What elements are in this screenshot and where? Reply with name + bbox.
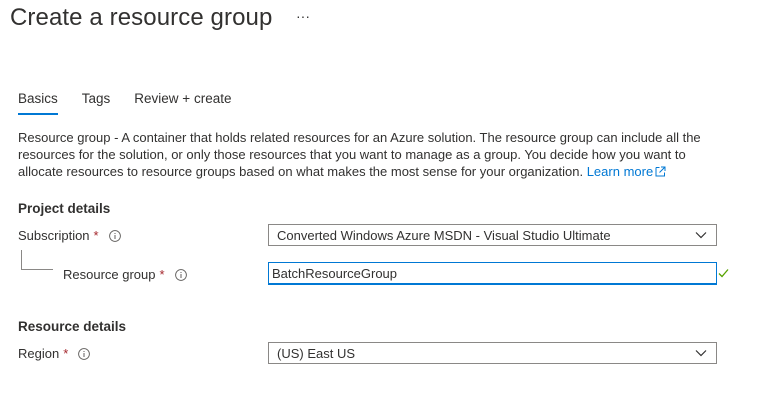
more-options-button[interactable]: ··· xyxy=(296,8,310,24)
tab-basics[interactable]: Basics xyxy=(18,91,58,115)
required-marker: * xyxy=(159,267,165,282)
subscription-label: Subscription * xyxy=(18,228,121,243)
subscription-value: Converted Windows Azure MSDN - Visual St… xyxy=(277,227,611,243)
learn-more-link[interactable]: Learn more xyxy=(587,164,666,179)
checkmark-icon xyxy=(718,269,729,278)
chevron-down-icon xyxy=(695,350,707,357)
region-label-text: Region xyxy=(18,346,60,361)
info-icon[interactable] xyxy=(78,347,91,360)
learn-more-label: Learn more xyxy=(586,164,654,179)
subscription-dropdown[interactable]: Converted Windows Azure MSDN - Visual St… xyxy=(268,224,717,246)
description-term: Resource group xyxy=(18,130,111,145)
resource-details-heading: Resource details xyxy=(18,319,127,334)
external-link-icon xyxy=(655,166,666,177)
tab-bar: Basics Tags Review + create xyxy=(18,91,255,115)
resource-group-input[interactable]: BatchResourceGroup xyxy=(268,262,717,285)
tree-connector xyxy=(21,250,53,270)
resource-group-label: Resource group * xyxy=(63,267,187,282)
region-dropdown[interactable]: (US) East US xyxy=(268,342,717,364)
page-title: Create a resource group xyxy=(10,4,273,31)
resource-group-label-text: Resource group xyxy=(63,267,156,282)
resource-group-description: Resource group - A container that holds … xyxy=(18,129,708,180)
info-icon[interactable] xyxy=(174,268,187,281)
tab-review-create[interactable]: Review + create xyxy=(134,91,231,114)
required-marker: * xyxy=(93,228,99,243)
required-marker: * xyxy=(63,346,69,361)
region-value: (US) East US xyxy=(277,345,356,361)
subscription-label-text: Subscription xyxy=(18,228,90,243)
info-icon[interactable] xyxy=(108,229,121,242)
resource-group-value: BatchResourceGroup xyxy=(272,266,398,281)
chevron-down-icon xyxy=(695,232,707,239)
tab-tags[interactable]: Tags xyxy=(82,91,111,114)
project-details-heading: Project details xyxy=(18,201,111,216)
region-label: Region * xyxy=(18,346,91,361)
